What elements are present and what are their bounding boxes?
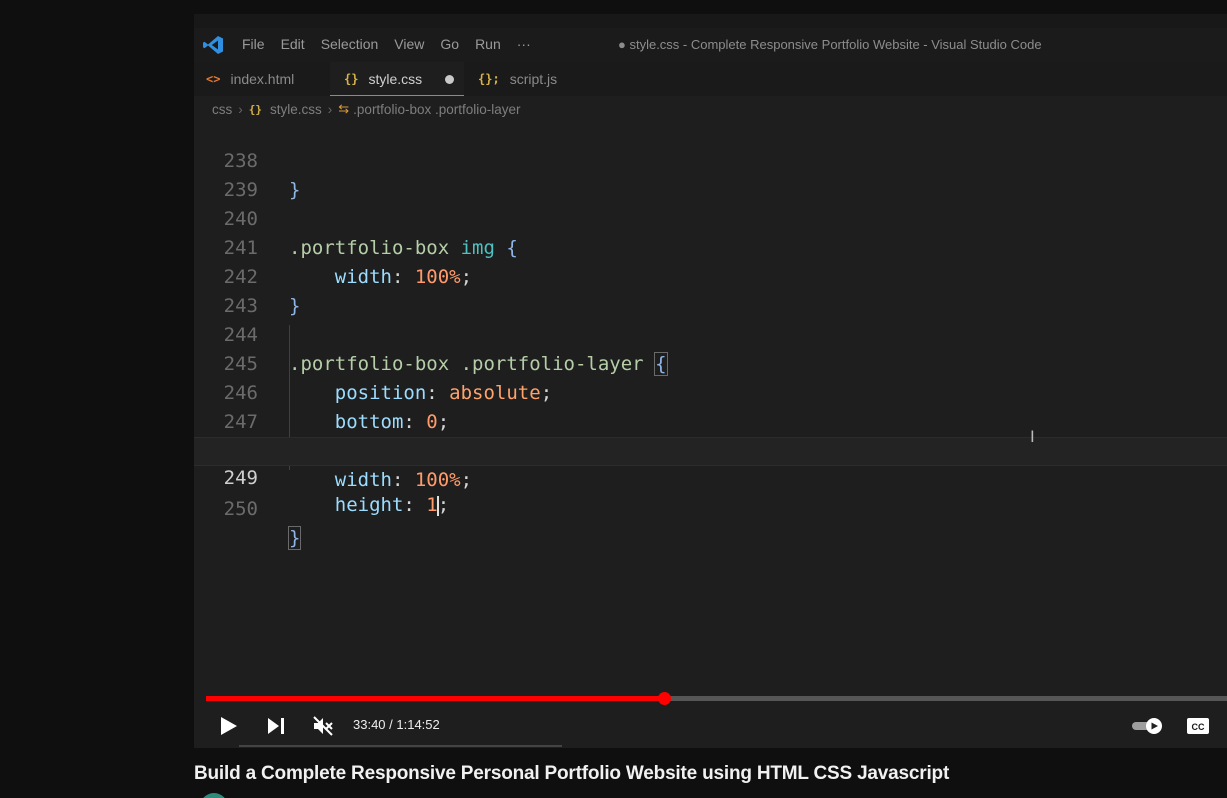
mute-button[interactable] [309, 712, 337, 740]
video-frame-vscode: File Edit Selection View Go Run ··· ● st… [194, 28, 1227, 748]
player-controls: 33:40 / 1:14:52 CC [194, 704, 1227, 748]
code-line: 241 width: 100%; [194, 205, 1227, 288]
breadcrumb-folder[interactable]: css [212, 102, 232, 117]
code-line: 247 left: 0; [194, 379, 1227, 462]
menu-view[interactable]: View [394, 36, 424, 52]
code-line: 246 bottom: 0; [194, 350, 1227, 433]
scrub-divider [239, 745, 562, 747]
breadcrumb-file[interactable]: style.css [270, 102, 322, 117]
breadcrumb-symbol[interactable]: .portfolio-box .portfolio-layer [353, 102, 520, 117]
progress-bar[interactable] [206, 692, 1227, 705]
window-title: ● style.css - Complete Responsive Portfo… [618, 37, 1042, 52]
youtube-watch-page: File Edit Selection View Go Run ··· ● st… [0, 0, 1227, 798]
code-line: 243 [194, 263, 1227, 317]
tab-index-html[interactable]: <> index.html [206, 62, 294, 96]
captions-button[interactable]: CC [1184, 712, 1212, 740]
muted-volume-icon [313, 716, 333, 736]
channel-avatar[interactable] [200, 793, 228, 798]
play-icon [221, 717, 237, 735]
tab-label: script.js [509, 71, 558, 87]
unsaved-dot-icon [445, 75, 454, 84]
code-line: 244 .portfolio-box .portfolio-layer { [194, 292, 1227, 376]
tab-script-js[interactable]: {}; script.js [478, 62, 557, 96]
autoplay-toggle[interactable] [1131, 712, 1165, 740]
tab-style-css[interactable]: {} style.css [330, 62, 464, 96]
chevron-right-icon: › [327, 101, 333, 117]
code-line-active: 249 height: 1; [194, 437, 1227, 516]
code-editor[interactable]: 238 } 239 240 .portfolio-box img { 241 w… [194, 122, 1227, 748]
symbol-selector-icon: ⇆ [338, 101, 350, 116]
menu-run[interactable]: Run [475, 36, 501, 52]
chevron-right-icon: › [238, 101, 243, 117]
progress-played [206, 696, 665, 701]
js-file-icon: {}; [478, 72, 500, 86]
vscode-logo-icon [203, 36, 223, 54]
code-line: 238 } [194, 118, 1227, 201]
tab-label: style.css [368, 70, 423, 87]
play-button[interactable] [215, 712, 243, 740]
ibeam-cursor-icon: I [1030, 427, 1035, 446]
vscode-titlebar: File Edit Selection View Go Run ··· ● st… [194, 28, 1227, 62]
code-line: 250 } [194, 466, 1227, 550]
code-line: 239 [194, 147, 1227, 201]
video-title: Build a Complete Responsive Personal Por… [194, 763, 950, 784]
html-file-icon: <> [206, 72, 221, 86]
next-button[interactable] [262, 712, 290, 740]
menu-go[interactable]: Go [440, 36, 459, 52]
menu-file[interactable]: File [242, 36, 265, 52]
code-line: 240 .portfolio-box img { [194, 176, 1227, 259]
next-icon [268, 718, 284, 734]
code-line: 248 width: 100%; [194, 408, 1227, 491]
code-line: 242 } [194, 234, 1227, 317]
tab-label: index.html [230, 71, 295, 87]
video-player[interactable]: File Edit Selection View Go Run ··· ● st… [194, 14, 1227, 748]
code-text: } [287, 526, 302, 550]
vscode-menu: File Edit Selection View Go Run ··· [242, 36, 547, 52]
editor-tabs: <> index.html {} style.css {}; script.js [194, 62, 1227, 96]
code-line: 245 position: absolute; [194, 321, 1227, 404]
line-number: 250 [223, 498, 258, 520]
css-file-icon: {} [344, 71, 359, 86]
time-display: 33:40 / 1:14:52 [353, 717, 440, 732]
autoplay-toggle-icon [1132, 718, 1162, 734]
menu-edit[interactable]: Edit [281, 36, 305, 52]
menu-selection[interactable]: Selection [321, 36, 379, 52]
svg-text:CC: CC [1192, 722, 1205, 732]
captions-icon: CC [1187, 718, 1209, 734]
code-text: height: 1; [334, 494, 450, 516]
menu-more[interactable]: ··· [517, 36, 531, 52]
css-file-icon: {} [248, 102, 262, 116]
